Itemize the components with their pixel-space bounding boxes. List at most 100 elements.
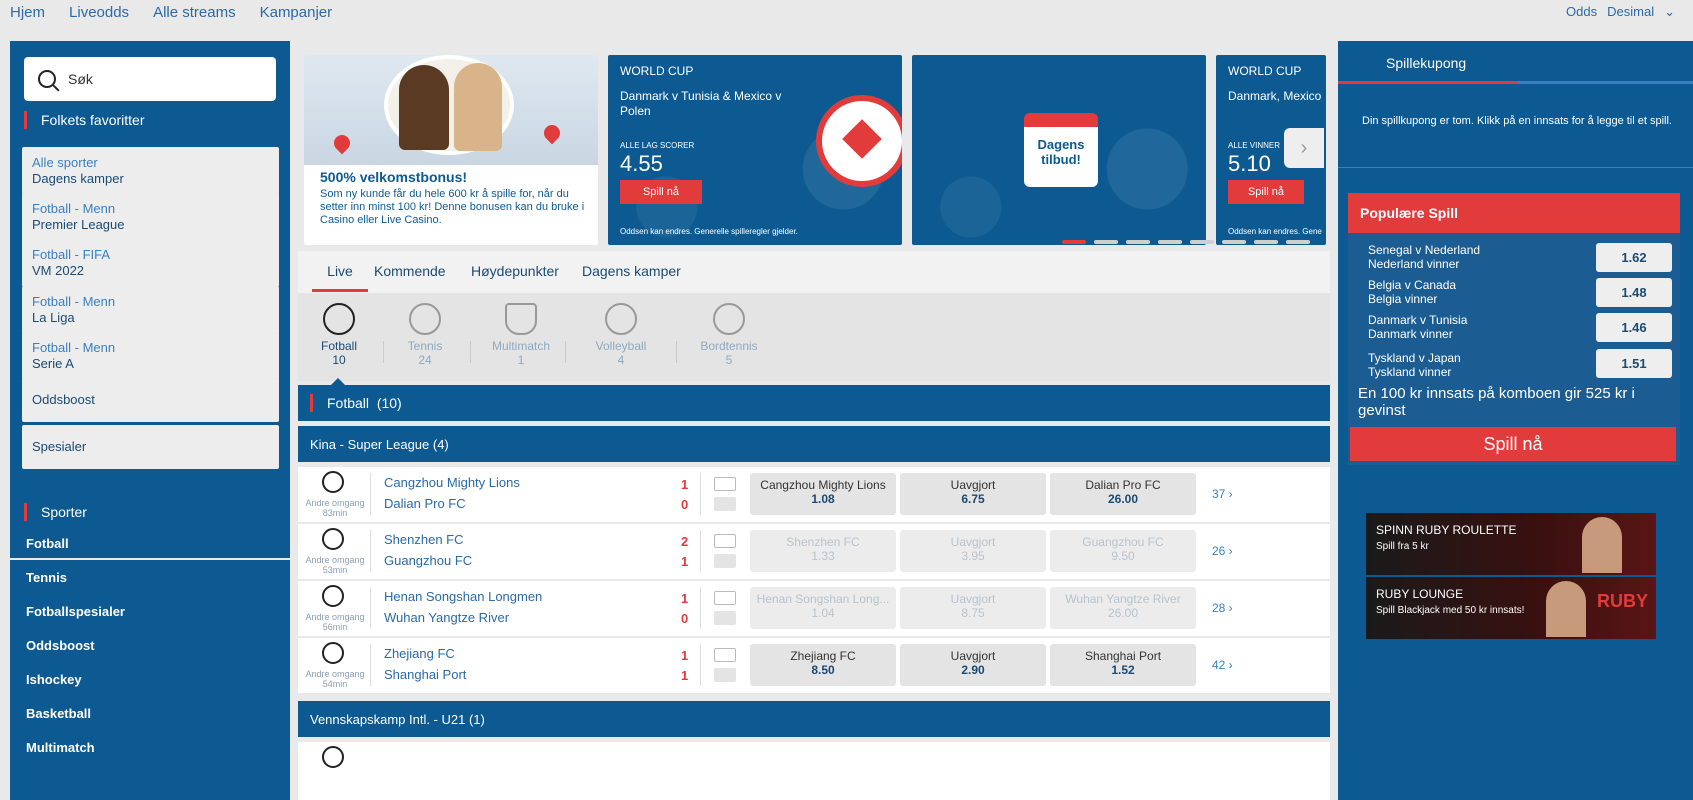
favorite-item-spesialer[interactable]: Spesialer — [22, 425, 279, 469]
banner-welcome-bonus[interactable]: 500% velkomstbonus! Som ny kunde får du … — [304, 55, 598, 245]
banner-dagens-tilbud[interactable]: Dagens tilbud! — [912, 55, 1206, 245]
stream-icon[interactable] — [714, 611, 736, 625]
sport-item-fotballspesialer[interactable]: Fotballspesialer — [26, 604, 125, 619]
banner-world-cup-1[interactable]: WORLD CUP Danmark v Tunisia & Mexico v P… — [608, 55, 902, 245]
odds-button-home[interactable]: Zhejiang FC 8.50 — [750, 644, 896, 686]
sport-filter-multimatch[interactable]: Multimatch 1 — [482, 303, 560, 367]
sport-filter-tennis[interactable]: Tennis 24 — [386, 303, 464, 367]
odds-button-away[interactable]: Guangzhou FC 9.50 — [1050, 530, 1196, 572]
search-input[interactable] — [68, 71, 248, 87]
league-header-vennskapskamp[interactable]: Vennskapskamp Intl. - U21 (1) — [298, 701, 1330, 737]
odds-button-away[interactable]: Shanghai Port 1.52 — [1050, 644, 1196, 686]
odds-format-value[interactable]: Desimal — [1607, 4, 1654, 20]
stats-chart-icon[interactable] — [714, 477, 736, 491]
nav-link-alle-streams[interactable]: Alle streams — [153, 4, 236, 21]
carousel-dot[interactable] — [1222, 240, 1246, 244]
tab-live[interactable]: Live — [312, 263, 368, 292]
separator — [370, 587, 371, 629]
sport-item-fotball[interactable]: Fotball — [26, 536, 69, 551]
away-team[interactable]: Wuhan Yangtze River — [384, 610, 509, 625]
carousel-dot[interactable] — [1254, 240, 1278, 244]
stream-icon[interactable] — [714, 668, 736, 682]
favorite-item-alle-sporter[interactable]: Alle sporter Dagens kamper — [22, 147, 279, 195]
odds-format-selector[interactable]: Odds Desimal ⌄ — [1566, 4, 1675, 20]
odds-button-draw[interactable]: Uavgjort 8.75 — [900, 587, 1046, 629]
favorite-item-vm-2022[interactable]: Fotball - FIFA VM 2022 — [22, 239, 279, 287]
more-markets-link[interactable]: 42 › — [1212, 658, 1233, 672]
popular-bet-match: Tyskland v Japan — [1368, 351, 1461, 365]
odds-label: Guangzhou FC — [1082, 535, 1164, 549]
popular-bet-odds-button[interactable]: 1.48 — [1596, 278, 1672, 307]
home-team[interactable]: Cangzhou Mighty Lions — [384, 475, 520, 490]
nav-link-hjem[interactable]: Hjem — [10, 4, 45, 21]
odds-button-draw[interactable]: Uavgjort 2.90 — [900, 644, 1046, 686]
more-markets-link[interactable]: 37 › — [1212, 487, 1233, 501]
tab-hoydepunkter[interactable]: Høydepunkter — [471, 263, 559, 279]
odds-button-home[interactable]: Henan Songshan Long... 1.04 — [750, 587, 896, 629]
home-team[interactable]: Shenzhen FC — [384, 532, 464, 547]
bet-slip-title[interactable]: Spillekupong — [1386, 55, 1466, 71]
carousel-dot[interactable] — [1094, 240, 1118, 244]
sport-item-multimatch[interactable]: Multimatch — [26, 740, 95, 755]
carousel-dot[interactable] — [1286, 240, 1310, 244]
separator — [700, 644, 701, 686]
odds-value: 1.52 — [1111, 663, 1135, 677]
favorite-item-la-liga[interactable]: Fotball - Menn La Liga — [22, 286, 279, 334]
sport-filter-fotball[interactable]: Fotball 10 — [300, 303, 378, 367]
bet-slip-sidebar: Spillekupong Din spillkupong er tom. Kli… — [1338, 41, 1693, 800]
stats-chart-icon[interactable] — [714, 534, 736, 548]
popular-bet-odds-button[interactable]: 1.62 — [1596, 243, 1672, 272]
nav-link-liveodds[interactable]: Liveodds — [69, 4, 129, 21]
carousel-dot[interactable] — [1126, 240, 1150, 244]
sport-item-basketball[interactable]: Basketball — [26, 706, 91, 721]
stream-icon[interactable] — [714, 554, 736, 568]
away-team[interactable]: Dalian Pro FC — [384, 496, 466, 511]
favorite-item-oddsboost[interactable]: Oddsboost — [22, 378, 279, 422]
popular-bet-odds-button[interactable]: 1.46 — [1596, 313, 1672, 342]
favorite-item-serie-a[interactable]: Fotball - Menn Serie A — [22, 332, 279, 380]
more-markets-link[interactable]: 26 › — [1212, 544, 1233, 558]
favorites-title: Folkets favoritter — [24, 111, 144, 129]
carousel-next-arrow-icon[interactable]: › — [1284, 128, 1324, 168]
away-team[interactable]: Guangzhou FC — [384, 553, 472, 568]
carousel-dot[interactable] — [1062, 240, 1086, 244]
promo-ruby-roulette[interactable]: SPINN RUBY ROULETTE Spill fra 5 kr — [1366, 513, 1656, 575]
favorite-item-premier-league[interactable]: Fotball - Menn Premier League — [22, 193, 279, 241]
odds-button-draw[interactable]: Uavgjort 3.95 — [900, 530, 1046, 572]
popular-bet-odds-button[interactable]: 1.51 — [1596, 349, 1672, 378]
search-box[interactable] — [24, 57, 276, 101]
carousel-dot[interactable] — [1158, 240, 1182, 244]
home-team[interactable]: Henan Songshan Longmen — [384, 589, 542, 604]
banner-cta-button[interactable]: Spill nå — [1228, 180, 1304, 204]
favorite-category: Fotball - FIFA — [32, 247, 111, 262]
tab-dagens-kamper[interactable]: Dagens kamper — [582, 263, 681, 279]
odds-label: Uavgjort — [950, 592, 996, 606]
stats-chart-icon[interactable] — [714, 648, 736, 662]
odds-button-away[interactable]: Wuhan Yangtze River 26.00 — [1050, 587, 1196, 629]
stream-icon[interactable] — [714, 497, 736, 511]
promo-ruby-lounge[interactable]: RUBY LOUNGE Spill Blackjack med 50 kr in… — [1366, 577, 1656, 639]
sport-item-oddsboost[interactable]: Oddsboost — [26, 638, 95, 653]
sport-filter-bordtennis[interactable]: Bordtennis 5 — [690, 303, 768, 367]
sport-filter-volleyball[interactable]: Volleyball 4 — [582, 303, 660, 367]
sport-filter-label: Volleyball — [595, 339, 647, 353]
sport-item-ishockey[interactable]: Ishockey — [26, 672, 82, 687]
odds-button-home[interactable]: Cangzhou Mighty Lions 1.08 — [750, 473, 896, 515]
stats-chart-icon[interactable] — [714, 591, 736, 605]
nav-link-kampanjer[interactable]: Kampanjer — [260, 4, 333, 21]
tab-kommende[interactable]: Kommende — [374, 263, 446, 279]
more-markets-link[interactable]: 28 › — [1212, 601, 1233, 615]
banner-cta-button[interactable]: Spill nå — [620, 180, 702, 204]
league-header-kina[interactable]: Kina - Super League (4) — [298, 426, 1330, 462]
section-header-fotball[interactable]: Fotball (10) — [298, 385, 1330, 421]
popular-bets-play-button[interactable]: Spill nå — [1350, 427, 1676, 461]
odds-button-draw[interactable]: Uavgjort 6.75 — [900, 473, 1046, 515]
sport-item-tennis[interactable]: Tennis — [26, 570, 67, 585]
odds-button-home[interactable]: Shenzhen FC 1.33 — [750, 530, 896, 572]
odds-label: Wuhan Yangtze River — [1065, 592, 1181, 606]
banner-market: ALLE VINNER — [1228, 141, 1281, 150]
away-team[interactable]: Shanghai Port — [384, 667, 466, 682]
home-team[interactable]: Zhejiang FC — [384, 646, 455, 661]
odds-button-away[interactable]: Dalian Pro FC 26.00 — [1050, 473, 1196, 515]
carousel-dot[interactable] — [1190, 240, 1214, 244]
